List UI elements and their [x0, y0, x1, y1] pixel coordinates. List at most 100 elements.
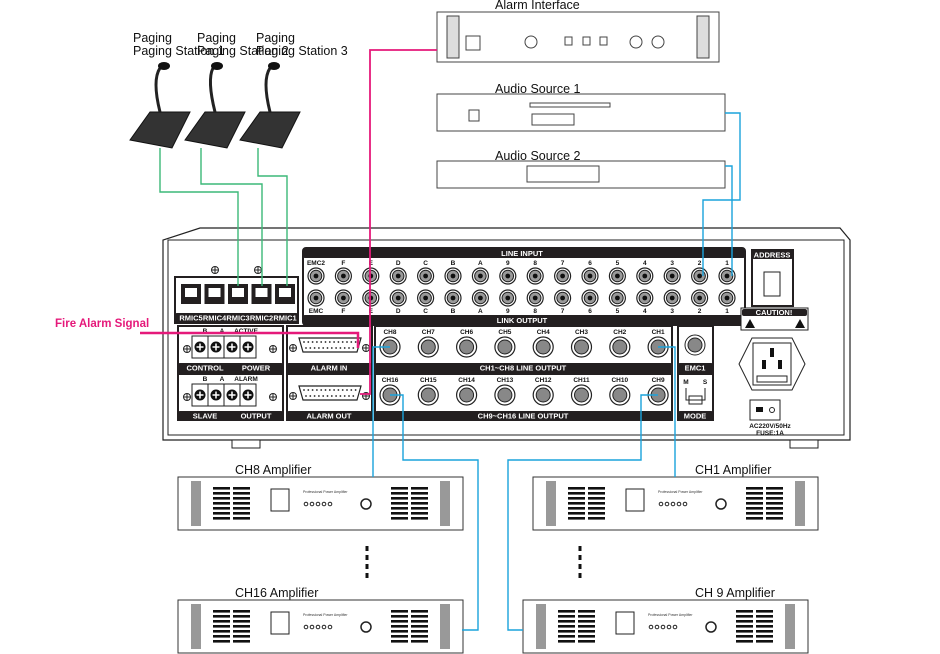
- pin: [328, 341, 331, 343]
- vent: [213, 497, 230, 500]
- pin: [778, 360, 782, 369]
- vent: [736, 635, 753, 638]
- link-output-label: F: [341, 308, 345, 315]
- link-output-label: 5: [616, 308, 620, 315]
- line-input-label: F: [341, 260, 345, 267]
- disc-slot: [529, 102, 611, 108]
- vent: [391, 497, 408, 500]
- vent: [233, 492, 250, 495]
- line-input-label: 4: [643, 260, 647, 267]
- paging-system-wiring-diagram: Paging Paging Station 1 Paging Paging St…: [0, 0, 940, 654]
- line-input-jack-pin: [697, 273, 702, 279]
- pin: [343, 347, 346, 349]
- vent: [756, 635, 773, 638]
- vent: [568, 512, 585, 515]
- fuse-rating: FUSE:1A: [756, 430, 784, 437]
- vent: [411, 640, 428, 643]
- vent: [213, 625, 230, 628]
- knob: [651, 35, 665, 49]
- ch9-amplifier-label: CH 9 Amplifier: [695, 586, 775, 600]
- handle: [536, 604, 546, 649]
- vent: [391, 625, 408, 628]
- mic-base: [184, 111, 246, 149]
- bnc-center: [459, 387, 475, 403]
- line-input-label: 9: [506, 260, 510, 267]
- channel-label: CH11: [573, 377, 590, 384]
- bnc-center: [574, 339, 589, 355]
- channel-label: CH8: [383, 329, 396, 336]
- vent: [756, 610, 773, 613]
- handle: [191, 604, 201, 649]
- volume-knob: [360, 498, 372, 510]
- vent: [213, 630, 230, 633]
- vent: [588, 517, 605, 520]
- pin: [316, 341, 318, 343]
- power-button: [625, 488, 645, 512]
- diagram-canvas: Paging Paging Station 1 Paging Paging St…: [55, 0, 851, 654]
- ch1-amplifier: Professional Power Amplifier: [532, 476, 819, 531]
- vent: [391, 630, 408, 633]
- power-button: [270, 611, 290, 635]
- vent: [411, 610, 428, 613]
- vent: [756, 615, 773, 618]
- vent: [213, 502, 230, 505]
- vent: [766, 502, 783, 505]
- line-input-jack-pin: [587, 273, 593, 279]
- led: [676, 501, 682, 507]
- amp-panel-text: Professional Power Amplifier: [303, 490, 348, 494]
- power-button: [468, 109, 480, 122]
- led: [327, 624, 333, 630]
- rj45-hole: [208, 288, 221, 297]
- vent: [558, 620, 575, 623]
- power-button: [270, 488, 290, 512]
- vent: [411, 497, 428, 500]
- audio-source-2: [436, 160, 726, 189]
- button: [582, 36, 591, 46]
- vent: [233, 615, 250, 618]
- bnc-center: [459, 339, 475, 355]
- pin: [320, 341, 323, 343]
- ellipsis-dot: [365, 546, 369, 551]
- vent: [736, 625, 753, 628]
- vent: [558, 610, 575, 613]
- vent: [213, 492, 230, 495]
- line-input-jack-pin: [532, 273, 538, 279]
- vent: [588, 512, 605, 515]
- vent: [568, 507, 585, 510]
- ch9-16-output-block-title: CH9~CH16 LINE OUTPUT: [478, 412, 569, 421]
- line-input-jack-pin: [450, 273, 456, 279]
- pin: [341, 389, 344, 391]
- vent: [558, 625, 575, 628]
- line-input-jack-pin: [642, 273, 648, 279]
- bnc-center: [497, 339, 513, 355]
- vent: [233, 610, 250, 613]
- gooseneck: [154, 67, 162, 113]
- vent: [411, 517, 428, 520]
- channel-label: CH10: [611, 377, 628, 384]
- switch-rocker: [756, 407, 763, 412]
- pin: [348, 347, 350, 349]
- main-unit-panel: LINE INPUTLINK OUTPUTEMC2EMCFFEEDDCCBBAA…: [174, 247, 809, 437]
- vent: [558, 635, 575, 638]
- paging-station-1: [129, 62, 191, 149]
- vent: [578, 625, 595, 628]
- button: [564, 36, 573, 46]
- vent: [588, 487, 605, 490]
- power-rating: AC220V/50Hz: [749, 423, 791, 430]
- link-output-jack-pin: [615, 295, 620, 301]
- led: [309, 501, 315, 507]
- ch16-amplifier-label: CH16 Amplifier: [235, 586, 318, 600]
- vent: [233, 507, 250, 510]
- pin: [303, 389, 305, 391]
- vent: [588, 502, 605, 505]
- vent: [213, 640, 230, 643]
- pin: [346, 389, 348, 391]
- channel-label: CH4: [537, 329, 550, 336]
- pin: [318, 395, 320, 397]
- link-output-jack-pin: [697, 295, 702, 301]
- vent: [756, 640, 773, 643]
- pin: [350, 389, 353, 391]
- link-output-label: 1: [725, 308, 729, 315]
- pin: [346, 341, 348, 343]
- mic-base: [239, 111, 301, 149]
